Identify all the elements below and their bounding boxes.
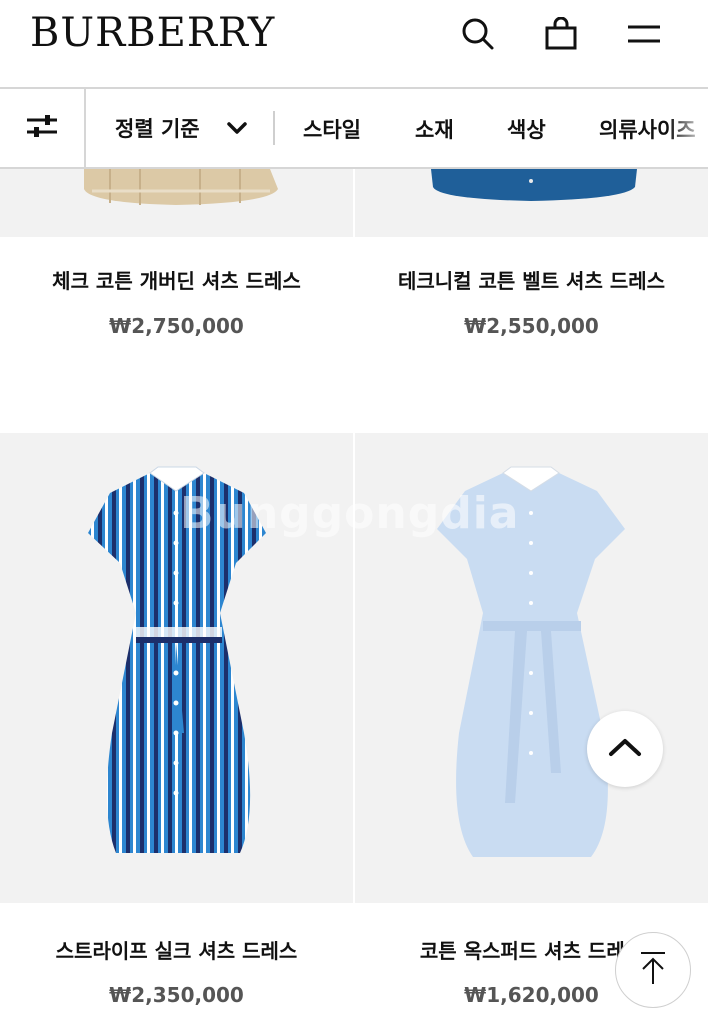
product-card[interactable]: 테크니컬 코튼 벨트 셔츠 드레스 ₩2,550,000 bbox=[355, 169, 708, 431]
shopping-bag-icon[interactable] bbox=[541, 14, 581, 54]
product-card[interactable]: 체크 코튼 개버딘 셔츠 드레스 ₩2,750,000 bbox=[0, 169, 353, 431]
product-name[interactable]: 체크 코튼 개버딘 셔츠 드레스 bbox=[0, 265, 353, 294]
arrow-up-to-top-icon bbox=[638, 950, 668, 990]
menu-icon[interactable] bbox=[624, 14, 664, 54]
site-header: BURBERRY bbox=[0, 0, 708, 89]
filter-button[interactable] bbox=[0, 89, 86, 167]
chevron-up-icon bbox=[608, 737, 642, 761]
filter-style[interactable]: 스타일 bbox=[303, 114, 361, 144]
product-name[interactable]: 스트라이프 실크 셔츠 드레스 bbox=[0, 935, 353, 964]
brand-logo[interactable]: BURBERRY bbox=[30, 10, 275, 56]
chevron-down-icon bbox=[226, 116, 248, 140]
watermark-text: Bunggongdia bbox=[180, 488, 520, 539]
product-image[interactable] bbox=[0, 169, 353, 237]
product-price: ₩2,750,000 bbox=[109, 314, 244, 338]
sliders-icon bbox=[25, 112, 59, 144]
filter-material[interactable]: 소재 bbox=[415, 114, 454, 144]
product-price: ₩2,550,000 bbox=[464, 314, 599, 338]
filter-clothing-size[interactable]: 의류사이즈 bbox=[599, 114, 696, 144]
product-name[interactable]: 테크니컬 코튼 벨트 셔츠 드레스 bbox=[355, 265, 708, 294]
sort-label: 정렬 기준 bbox=[115, 117, 200, 141]
filter-bar: 정렬 기준 스타일 소재 색상 의류사이즈 bbox=[0, 89, 708, 169]
back-to-top-button[interactable] bbox=[615, 932, 691, 1008]
filter-divider bbox=[273, 111, 275, 145]
search-icon[interactable] bbox=[458, 14, 498, 54]
scroll-up-button[interactable] bbox=[587, 711, 663, 787]
sort-dropdown[interactable]: 정렬 기준 bbox=[115, 113, 248, 143]
product-image[interactable] bbox=[355, 169, 708, 237]
filter-color[interactable]: 색상 bbox=[507, 114, 546, 144]
product-price: ₩2,350,000 bbox=[109, 983, 244, 1007]
